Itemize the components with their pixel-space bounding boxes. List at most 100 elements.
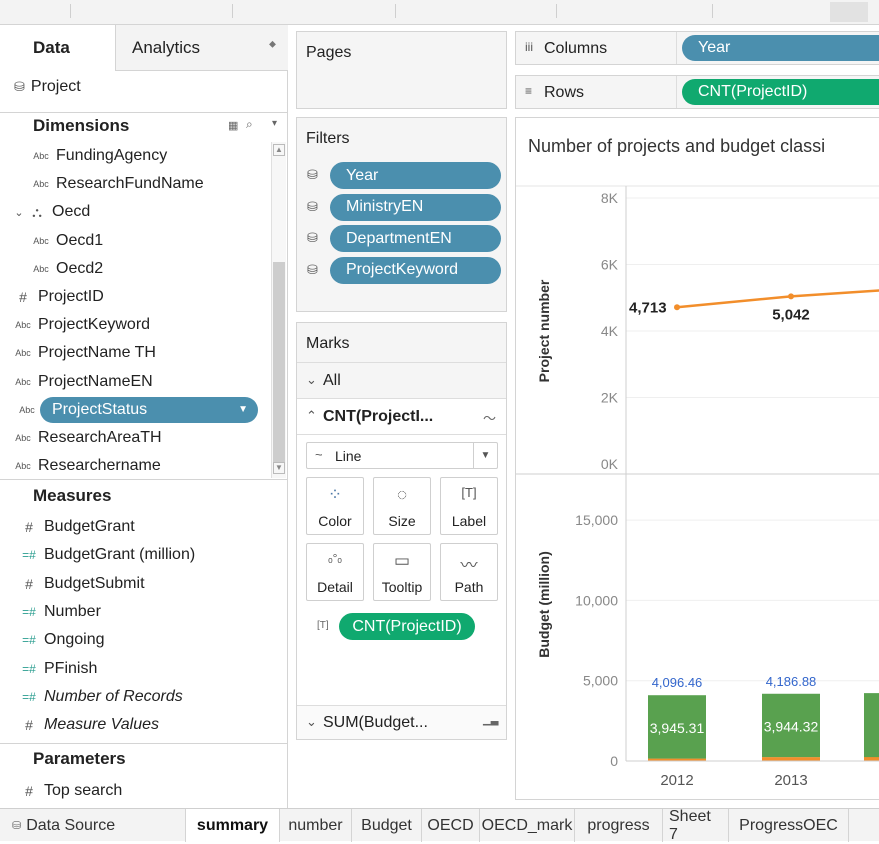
size-button[interactable]: ◌ Size <box>373 477 431 535</box>
sheet-tab-number[interactable]: number <box>280 809 352 842</box>
filter-pill-text: ProjectKeyword <box>346 261 459 278</box>
abc-icon: Abc <box>15 376 31 387</box>
y-tick-label: 0K <box>601 456 619 472</box>
tab-analytics[interactable]: Analytics ⬥ <box>115 25 288 71</box>
bar-segment-orange-partial[interactable] <box>864 757 879 761</box>
pill-menu-icon[interactable]: ▼ <box>238 404 248 415</box>
abc-icon: Abc <box>15 461 31 472</box>
filter-pill-departmenten[interactable]: DepartmentEN <box>330 225 501 252</box>
measure-number[interactable]: =# Number <box>18 598 101 626</box>
sheet-tab-oecd[interactable]: OECD <box>422 809 480 842</box>
pages-shelf[interactable]: Pages <box>296 31 507 109</box>
sheet-tab-label: progress <box>587 816 650 834</box>
line-point[interactable] <box>788 293 794 300</box>
chevron-down-icon[interactable]: ⌄ <box>12 206 26 219</box>
dimension-oecd1[interactable]: Abc Oecd1 <box>30 227 103 255</box>
dimension-projectnameen[interactable]: Abc ProjectNameEN <box>12 368 152 396</box>
dimension-researchfundname[interactable]: Abc ResearchFundName <box>30 170 204 198</box>
columns-shelf[interactable]: iii Columns Year <box>515 31 879 65</box>
filters-shelf[interactable]: Filters ⛁ Year ⛁ MinistryEN ⛁ DepartmentEN ⛁ Pr… <box>296 117 507 312</box>
label-pill-text: CNT(ProjectID) <box>352 617 462 635</box>
bar-segment-orange[interactable] <box>762 757 820 761</box>
measure-measure-values[interactable]: # Measure Values <box>18 711 159 739</box>
number-icon: # <box>25 783 33 799</box>
label-pill[interactable]: CNT(ProjectID) <box>339 613 475 640</box>
search-icon[interactable]: ⌕ <box>246 117 253 132</box>
tab-data[interactable]: Data <box>0 25 115 71</box>
measure-budgetgrant-million[interactable]: =# BudgetGrant (million) <box>18 541 195 569</box>
measure-number-of-records[interactable]: =# Number of Records <box>18 683 183 711</box>
columns-label: Columns <box>544 40 608 57</box>
measure-ongoing[interactable]: =# Ongoing <box>18 626 104 654</box>
marks-sum-row[interactable]: ⌄ SUM(Budget... ▁▃ <box>297 705 506 739</box>
number-icon: # <box>25 717 33 734</box>
sheet-tab-oecd-mark[interactable]: OECD_mark <box>480 809 575 842</box>
color-button[interactable]: ⁘ Color <box>306 477 364 535</box>
filter-pill-projectkeyword[interactable]: ProjectKeyword <box>330 256 501 284</box>
columns-pill-year[interactable]: Year <box>682 35 879 61</box>
dimension-projectname-th[interactable]: Abc ProjectName TH <box>12 339 156 367</box>
marks-cnt-row[interactable]: ⌃ CNT(ProjectI... 〜 <box>297 399 506 435</box>
scroll-thumb[interactable] <box>273 262 285 462</box>
measure-pfinish[interactable]: =# PFinish <box>18 655 97 683</box>
parameters-heading: Parameters <box>33 749 126 768</box>
dimensions-scrollbar[interactable]: ▲ ▼ <box>271 142 286 478</box>
rows-pill-cnt[interactable]: CNT(ProjectID) <box>682 79 879 105</box>
mark-type-value: Line <box>335 448 362 464</box>
filter-pill-text: MinistryEN <box>346 198 424 215</box>
rows-label: Rows <box>544 84 585 101</box>
abc-icon: Abc <box>33 263 49 274</box>
mark-type-dropdown[interactable]: ~ Line ▼ <box>306 442 498 469</box>
bar-segment-green-partial[interactable] <box>864 693 879 761</box>
filter-pill-year[interactable]: Year <box>330 162 501 189</box>
dimension-oecd[interactable]: ⌄ ⛬ Oecd <box>12 198 90 226</box>
view-icon[interactable]: ▦ <box>228 119 238 132</box>
field-label: ResearchFundName <box>56 175 204 193</box>
sheet-tab-progressoec[interactable]: ProgressOEC <box>729 809 849 842</box>
rows-shelf[interactable]: ≡ Rows CNT(ProjectID) <box>515 75 879 109</box>
scroll-up-icon[interactable]: ▲ <box>273 144 285 156</box>
datasource-icon: ⛁ <box>14 79 25 94</box>
filter-pill-ministryen[interactable]: MinistryEN <box>330 193 501 221</box>
path-button[interactable]: 〰 Path <box>440 543 498 601</box>
line-point[interactable] <box>674 304 680 311</box>
marks-all-row[interactable]: ⌄ All <box>297 363 506 399</box>
calculated-number-icon: =# <box>22 604 36 619</box>
number-icon: # <box>25 519 33 535</box>
size-icon: ◌ <box>396 485 408 504</box>
sheet-tab-progress[interactable]: progress <box>575 809 663 842</box>
tab-menu-icon[interactable]: ⬥ <box>269 39 276 50</box>
measures-heading: Measures <box>33 486 112 505</box>
dimensions-menu-icon[interactable]: ▾ <box>272 118 277 129</box>
measure-budgetsubmit[interactable]: # BudgetSubmit <box>18 570 144 598</box>
sheet-tab-label: OECD_mark <box>481 816 573 834</box>
y-tick-label: 2K <box>601 390 619 406</box>
calculated-number-icon: =# <box>22 661 36 676</box>
dimension-oecd2[interactable]: Abc Oecd2 <box>30 255 103 283</box>
rows-icon: ≡ <box>525 84 533 98</box>
measure-budgetgrant[interactable]: # BudgetGrant <box>18 513 135 541</box>
tab-analytics-label: Analytics <box>132 38 201 57</box>
detail-button[interactable]: ₒ°ₒ Detail <box>306 543 364 601</box>
detail-label: Detail <box>317 579 353 595</box>
dimension-fundingagency[interactable]: Abc FundingAgency <box>30 142 167 170</box>
toolbar-button[interactable] <box>830 2 868 22</box>
dimension-researchareath[interactable]: Abc ResearchAreaTH <box>12 424 161 452</box>
datasource-tab[interactable]: ⛁ Data Source <box>0 809 186 842</box>
abc-icon: Abc <box>15 320 31 331</box>
sheet-tab-budget[interactable]: Budget <box>352 809 422 842</box>
selected-field-pill[interactable]: ProjectStatus ▼ Abc <box>19 396 258 423</box>
scroll-down-icon[interactable]: ▼ <box>273 462 285 474</box>
datasource-item[interactable]: ⛁ Project <box>14 75 81 99</box>
dimension-projectkeyword[interactable]: Abc ProjectKeyword <box>12 311 150 339</box>
tooltip-button[interactable]: ▭ Tooltip <box>373 543 431 601</box>
sheet-tab-sheet-7[interactable]: Sheet 7 <box>663 808 729 843</box>
field-label: Oecd <box>52 203 91 221</box>
dimension-projectid[interactable]: # ProjectID <box>12 283 104 311</box>
abc-icon: Abc <box>33 151 49 161</box>
label-button[interactable]: [T] Label <box>440 477 498 535</box>
sheet-tab-summary[interactable]: summary <box>186 809 280 842</box>
dimension-researchername[interactable]: Abc Researchername <box>12 452 161 480</box>
parameter-top-search[interactable]: # Top search <box>18 777 122 805</box>
sheet-tab-label: Budget <box>361 816 412 834</box>
